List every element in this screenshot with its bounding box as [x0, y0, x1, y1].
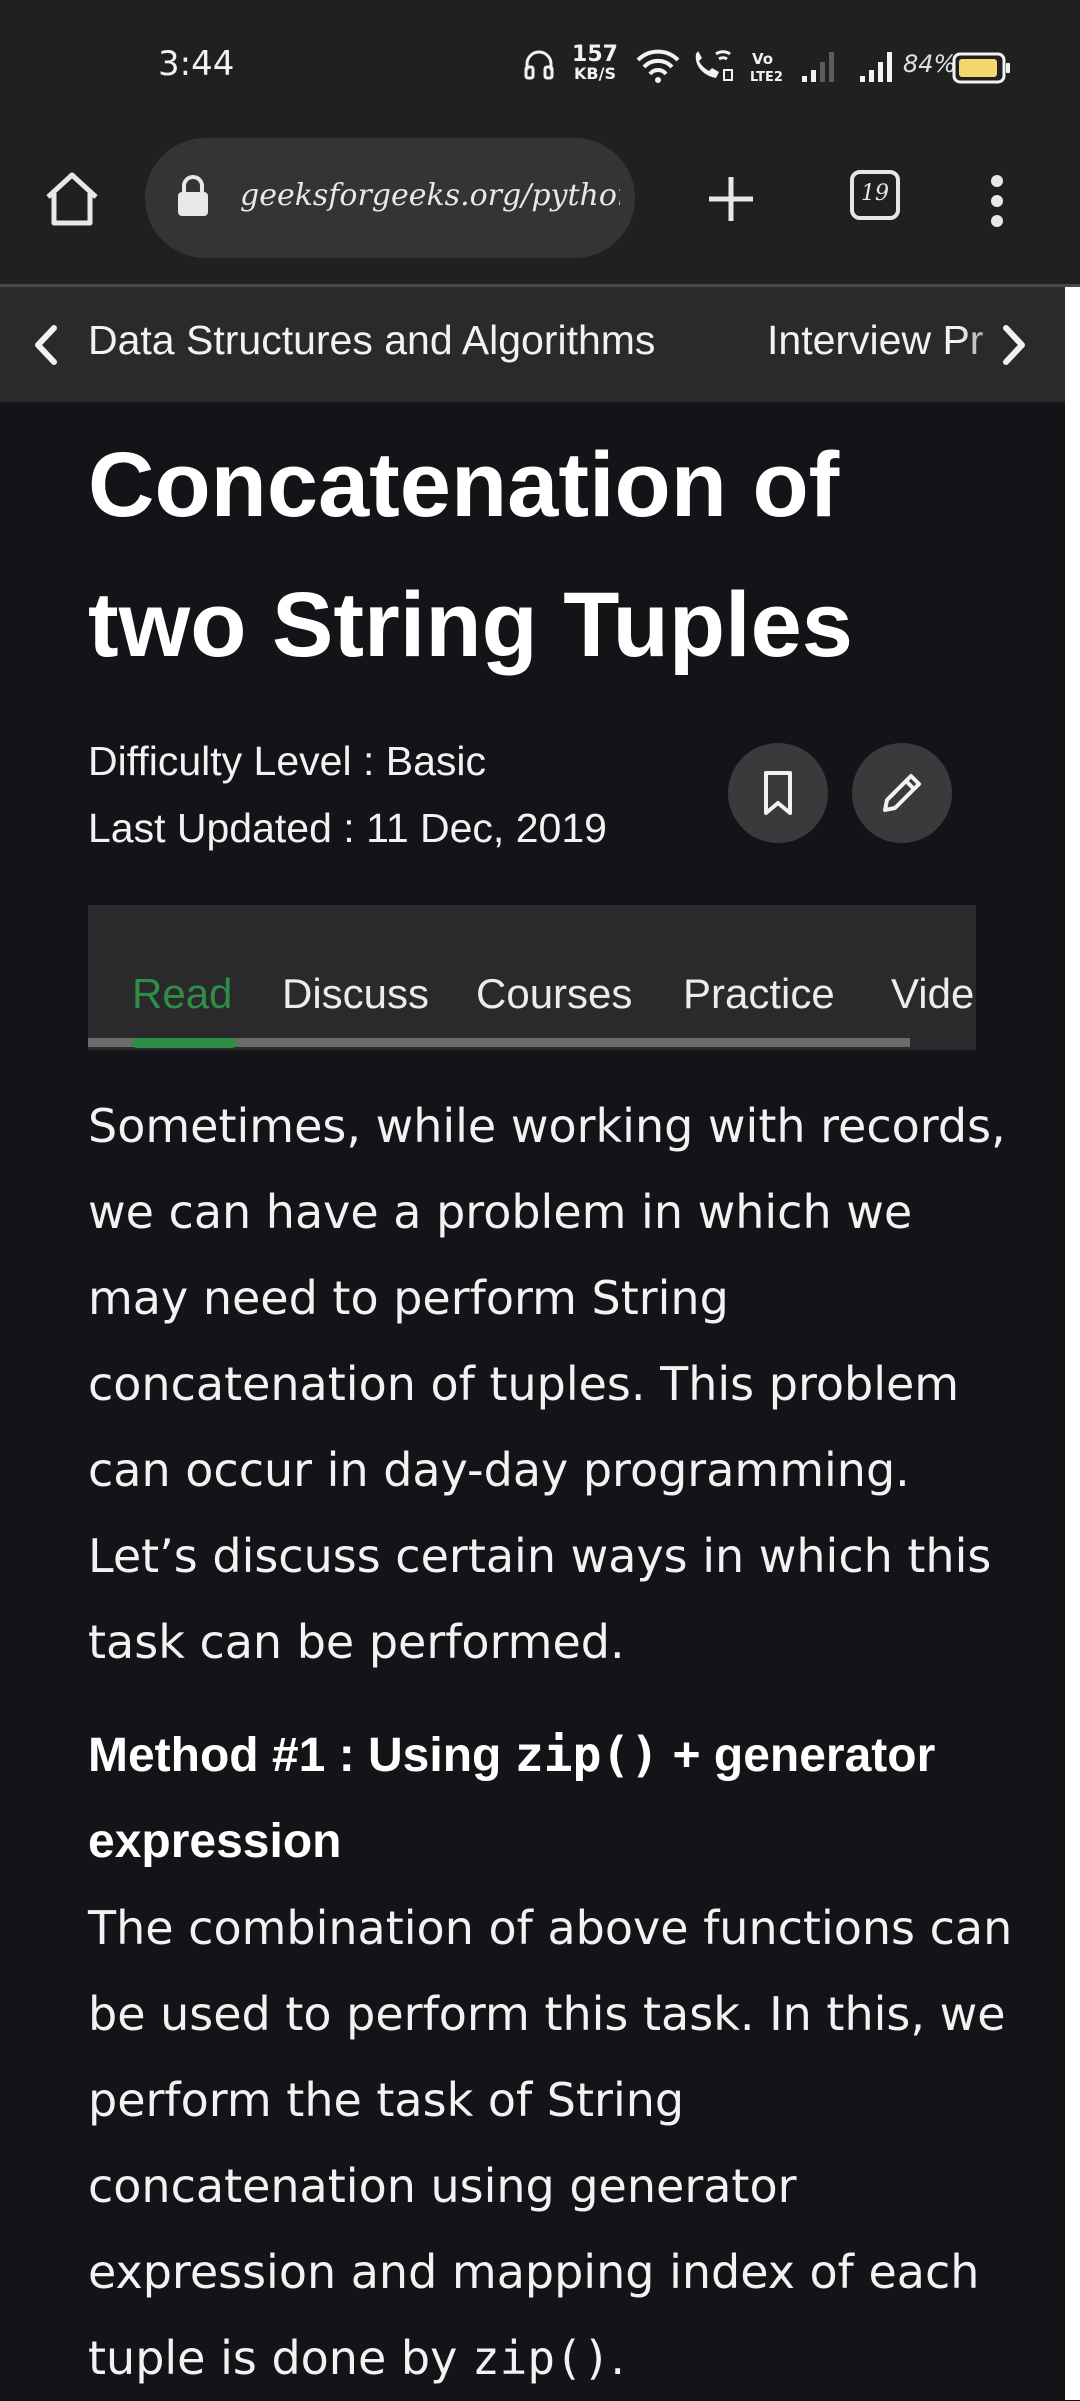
signal-sim1-icon — [860, 52, 892, 82]
method-body-code: zip() — [471, 2331, 611, 2385]
battery-percent: 84% — [903, 50, 957, 78]
scroll-right-chevron-icon[interactable] — [996, 322, 1032, 368]
method-heading-prefix: Method #1 : Using — [88, 1729, 515, 1782]
volte-icon: Vo LTE2 — [750, 50, 783, 85]
page-scrollbar[interactable] — [1065, 287, 1080, 2400]
new-tab-plus-icon[interactable] — [705, 173, 757, 225]
lock-icon[interactable] — [175, 174, 211, 218]
last-updated: Last Updated : 11 Dec, 2019 — [88, 805, 607, 851]
article-title: Concatenation of two String Tuples — [88, 434, 853, 676]
status-bar: 3:44 157 KB/S Vo LTE2 84% — [0, 0, 1080, 135]
bookmark-button[interactable] — [728, 743, 828, 843]
difficulty-level: Difficulty Level : Basic — [88, 738, 487, 784]
tab-discuss[interactable]: Discuss — [282, 970, 429, 1018]
network-speed: 157 KB/S — [570, 44, 620, 82]
scroll-left-chevron-icon[interactable] — [28, 322, 64, 368]
bookmark-icon — [764, 771, 792, 815]
pencil-icon — [883, 774, 921, 812]
network-speed-value: 157 — [572, 42, 618, 67]
headphones-icon — [524, 50, 554, 80]
nav-link-interview[interactable]: Interview Pr — [767, 317, 983, 364]
method-heading: Method #1 : Using zip() + generator expr… — [88, 1712, 1018, 1885]
wifi-calling-icon — [695, 50, 733, 81]
tab-practice[interactable]: Practice — [683, 970, 835, 1018]
wifi-icon — [636, 49, 680, 83]
edit-button[interactable] — [852, 743, 952, 843]
tab-switcher-button[interactable]: 19 — [850, 170, 900, 220]
method-paragraph: The combination of above functions can b… — [88, 1885, 1018, 2401]
tab-count: 19 — [861, 181, 889, 206]
active-tab-indicator — [132, 1038, 237, 1048]
tab-videos[interactable]: Vide — [891, 970, 974, 1018]
more-options-icon[interactable] — [982, 171, 1012, 231]
network-speed-unit: KB/S — [574, 64, 616, 83]
home-icon[interactable] — [42, 169, 102, 229]
article-tabs: Read Discuss Courses Practice Vide — [88, 905, 976, 1050]
tab-courses[interactable]: Courses — [476, 970, 632, 1018]
method-body-text: The combination of above functions can b… — [88, 1901, 1013, 2385]
category-nav: Data Structures and Algorithms Interview… — [0, 287, 1065, 402]
battery-icon — [952, 52, 1010, 84]
svg-text:Vo: Vo — [752, 50, 773, 68]
signal-sim2-icon — [802, 52, 834, 82]
intro-paragraph: Sometimes, while working with records, w… — [88, 1099, 1006, 1669]
nav-link-dsa[interactable]: Data Structures and Algorithms — [88, 317, 655, 364]
url-text[interactable]: geeksforgeeks.org/python-c — [240, 178, 620, 213]
address-bar[interactable]: geeksforgeeks.org/python-c — [145, 138, 635, 258]
tab-read[interactable]: Read — [132, 970, 232, 1018]
svg-text:LTE2: LTE2 — [750, 70, 783, 85]
status-time: 3:44 — [158, 44, 235, 84]
method-body-end: . — [610, 2331, 626, 2385]
browser-toolbar: geeksforgeeks.org/python-c 19 — [0, 135, 1080, 285]
method-heading-code: zip() — [514, 1727, 660, 1783]
